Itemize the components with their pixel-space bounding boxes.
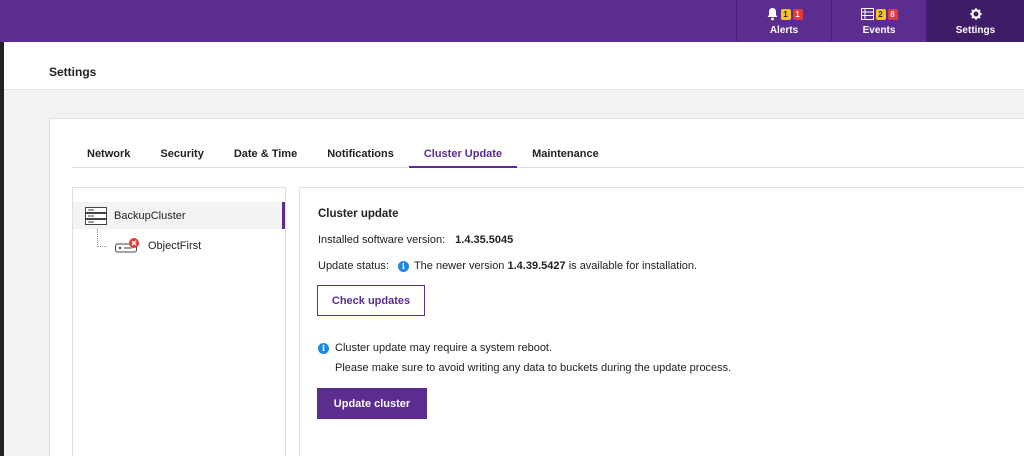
installed-version-value: 1.4.35.5045 xyxy=(455,234,514,246)
events-error-badge: 8 xyxy=(887,8,898,20)
tab-security[interactable]: Security xyxy=(145,141,218,168)
nav-settings-label: Settings xyxy=(955,25,996,36)
buckets-note-text: Please make sure to avoid writing any da… xyxy=(335,362,732,374)
tree-root-label: BackupCluster xyxy=(114,209,186,222)
installed-version-label: Installed software version: xyxy=(318,234,446,246)
left-window-edge xyxy=(0,42,4,456)
nav-events[interactable]: 2 8 Events xyxy=(831,0,926,42)
tree-child-label: ObjectFirst xyxy=(148,240,202,252)
tab-notifications[interactable]: Notifications xyxy=(312,141,409,168)
alerts-error-badge: 1 xyxy=(792,8,803,20)
nav-settings[interactable]: Settings xyxy=(926,0,1024,42)
tab-network[interactable]: Network xyxy=(72,141,145,168)
update-status-label: Update status: xyxy=(318,260,389,272)
check-updates-button[interactable]: Check updates xyxy=(317,285,425,316)
nav-alerts[interactable]: 1 1 Alerts xyxy=(736,0,831,42)
update-status-row: Update status: i The newer version 1.4.3… xyxy=(318,260,697,272)
section-title: Cluster update xyxy=(318,208,399,220)
alerts-warning-badge: 1 xyxy=(780,8,791,20)
settings-card: Network Security Date & Time Notificatio… xyxy=(49,118,1024,456)
events-list-icon xyxy=(860,8,874,20)
tree-item-backupcluster[interactable]: BackupCluster xyxy=(73,202,285,229)
storage-node-error-icon xyxy=(115,238,139,253)
reboot-note: i Cluster update may require a system re… xyxy=(318,342,552,354)
update-cluster-button[interactable]: Update cluster xyxy=(317,388,427,419)
tab-date-time[interactable]: Date & Time xyxy=(219,141,312,168)
status-new-version: 1.4.39.5427 xyxy=(507,260,566,272)
top-nav: 1 1 Alerts 2 8 Events Settings xyxy=(736,0,1024,42)
nav-alerts-label: Alerts xyxy=(769,25,799,36)
status-suffix: is available for installation. xyxy=(568,260,698,272)
gear-icon xyxy=(969,8,982,20)
info-icon: i xyxy=(318,342,329,354)
tree-item-objectfirst[interactable]: ObjectFirst xyxy=(73,234,285,258)
settings-tabs: Network Security Date & Time Notificatio… xyxy=(72,141,1024,168)
installed-version-row: Installed software version: 1.4.35.5045 xyxy=(318,234,513,246)
alerts-icon-group: 1 1 xyxy=(766,6,803,22)
settings-icon-group xyxy=(969,6,982,22)
reboot-note-text: Cluster update may require a system rebo… xyxy=(335,342,553,354)
server-stack-icon xyxy=(85,206,107,225)
status-prefix: The newer version xyxy=(413,260,505,272)
bell-icon xyxy=(767,8,777,21)
events-warning-badge: 2 xyxy=(875,8,886,20)
cluster-tree: BackupCluster ObjectFirst xyxy=(72,187,286,456)
cluster-update-panel: Cluster update Installed software versio… xyxy=(299,187,1024,456)
info-icon: i xyxy=(397,260,409,272)
events-icon-group: 2 8 xyxy=(860,6,898,22)
top-bar: 1 1 Alerts 2 8 Events Settings xyxy=(0,0,1024,42)
page-title: Settings xyxy=(49,65,97,79)
tab-cluster-update[interactable]: Cluster Update xyxy=(408,141,518,168)
update-status-text: The newer version 1.4.39.5427 is availab… xyxy=(414,260,697,272)
nav-events-label: Events xyxy=(862,25,896,36)
page-header: Settings xyxy=(4,42,1024,90)
tab-maintenance[interactable]: Maintenance xyxy=(517,141,614,168)
